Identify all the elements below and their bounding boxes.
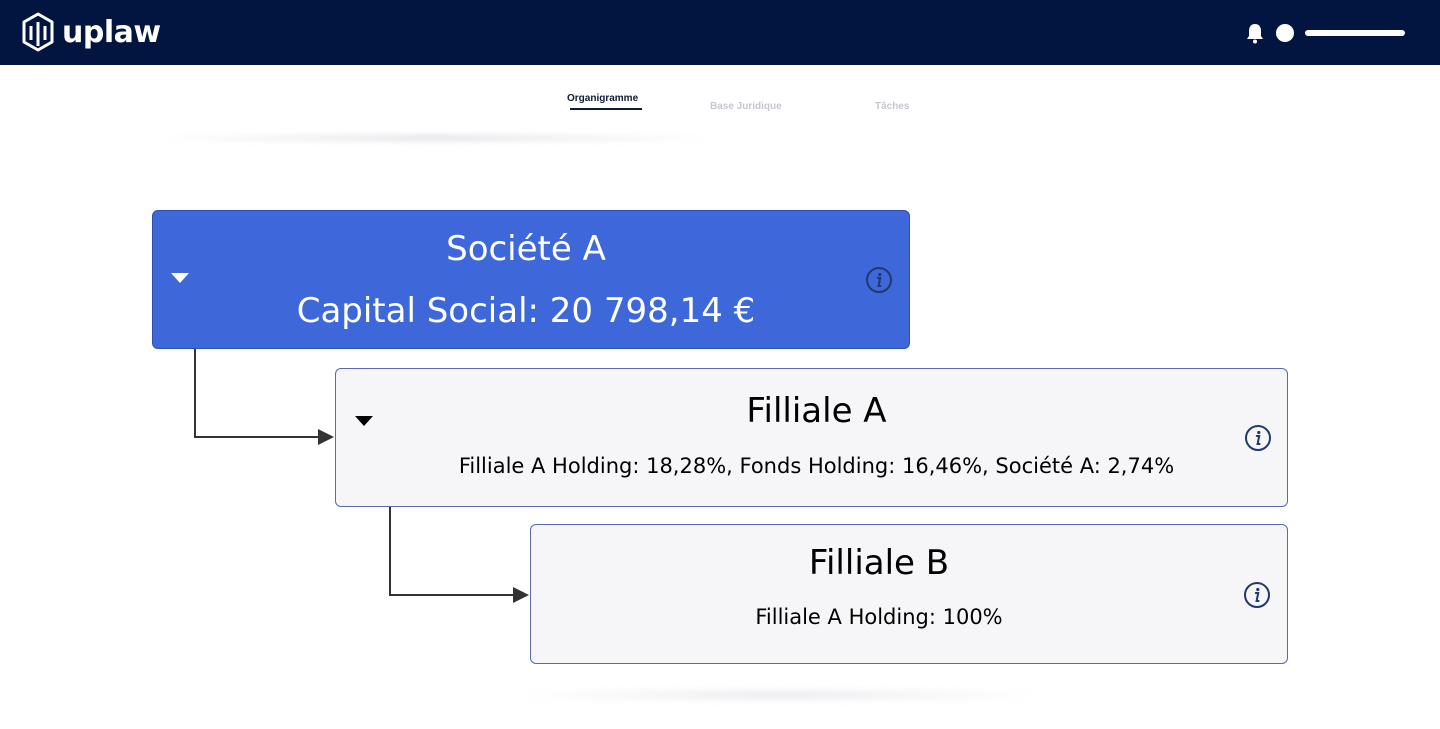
bell-icon[interactable] xyxy=(1245,22,1265,44)
info-icon[interactable] xyxy=(1243,581,1271,609)
brand-name: uplaw xyxy=(62,14,161,50)
user-name-placeholder[interactable] xyxy=(1305,30,1405,36)
tabs-divider xyxy=(160,134,710,142)
top-navbar: uplaw xyxy=(0,0,1440,65)
bottom-divider xyxy=(520,690,1040,700)
info-icon[interactable] xyxy=(1244,424,1272,452)
connector-root-to-filliale-a xyxy=(194,349,334,445)
brand-logo[interactable]: uplaw xyxy=(20,12,161,52)
collapse-caret-icon[interactable] xyxy=(171,273,189,283)
org-node-filliale-a[interactable]: Filliale A Filliale A Holding: 18,28%, F… xyxy=(335,368,1288,507)
tab-taches[interactable]: Tâches xyxy=(875,101,909,112)
uplaw-logo-icon xyxy=(22,12,54,52)
tab-organigramme[interactable]: Organigramme xyxy=(567,93,638,104)
node-title: Filliale B xyxy=(808,543,950,583)
org-node-societe-a[interactable]: Société A Capital Social: 20 798,14 € xyxy=(152,210,910,349)
node-detail: Capital Social: 20 798,14 € xyxy=(296,291,756,331)
user-avatar[interactable] xyxy=(1276,24,1294,42)
node-title: Filliale A xyxy=(746,391,887,431)
info-icon[interactable] xyxy=(865,266,893,294)
node-title: Société A xyxy=(446,229,606,269)
tab-base-juridique[interactable]: Base Juridique xyxy=(710,101,782,112)
node-detail: Filliale A Holding: 100% xyxy=(755,605,1003,629)
active-tab-indicator xyxy=(570,108,642,110)
org-node-filliale-b[interactable]: Filliale B Filliale A Holding: 100% xyxy=(530,524,1288,664)
node-detail: Filliale A Holding: 18,28%, Fonds Holdin… xyxy=(458,454,1175,478)
